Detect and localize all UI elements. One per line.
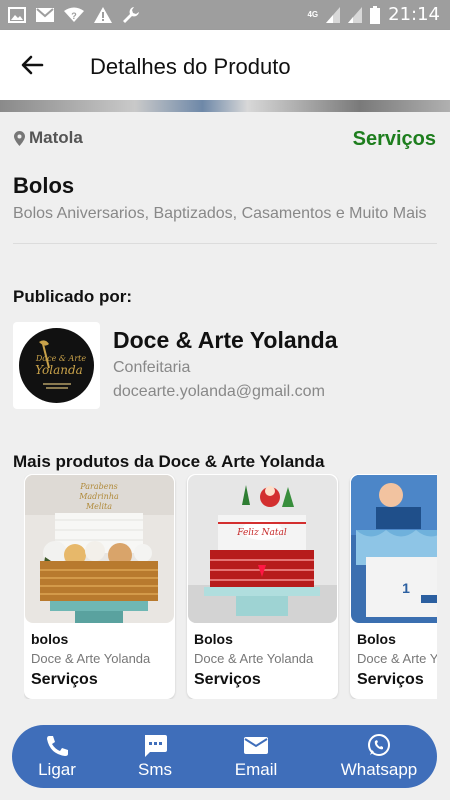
call-button[interactable]: Ligar xyxy=(12,725,102,788)
seller-name[interactable]: Doce & Arte Yolanda xyxy=(113,327,338,354)
location-label: Matola xyxy=(29,128,83,147)
product-image-strip[interactable] xyxy=(0,100,450,112)
divider xyxy=(13,243,437,244)
email-icon xyxy=(244,737,268,754)
app-bar: Detalhes do Produto xyxy=(0,30,450,100)
status-time: 21:14 xyxy=(388,4,440,25)
network-type: 4G xyxy=(307,9,319,19)
signal-icon xyxy=(326,6,341,23)
svg-text:1: 1 xyxy=(402,580,410,596)
product-card-seller: Doce & Arte Yolanda xyxy=(31,651,151,666)
svg-text:Melita: Melita xyxy=(85,502,112,511)
product-card-category: Serviços xyxy=(194,671,261,688)
svg-text:Doce & Arte: Doce & Arte xyxy=(35,354,86,363)
product-card[interactable]: 1 Bolos Doce & Arte Yolanda Serviços xyxy=(350,474,437,699)
whatsapp-icon xyxy=(368,734,390,756)
product-title: Bolos xyxy=(13,173,75,198)
image-icon xyxy=(8,7,26,23)
more-products-label: Mais produtos da Doce & Arte Yolanda xyxy=(13,452,325,471)
sms-icon xyxy=(145,735,167,757)
svg-text:Yolanda: Yolanda xyxy=(35,363,83,377)
product-details: Matola Serviços Bolos Bolos Aniversarios… xyxy=(0,112,450,722)
whatsapp-label: Whatsapp xyxy=(340,760,418,779)
whatsapp-button[interactable]: Whatsapp xyxy=(334,725,424,788)
warning-icon xyxy=(94,7,112,23)
call-label: Ligar xyxy=(38,760,76,779)
back-arrow-icon xyxy=(21,55,44,75)
seller-email[interactable]: docearte.yolanda@gmail.com xyxy=(113,383,325,401)
product-card-name: bolos xyxy=(31,631,69,647)
mail-icon xyxy=(36,8,54,22)
product-card[interactable]: Feliz Natal Bolos Doce & Arte Yolanda Se… xyxy=(187,474,338,699)
product-image: 1 xyxy=(351,475,437,623)
more-products-carousel[interactable]: Parabens Madrinha Melita bolos Doce & Ar… xyxy=(24,474,437,699)
back-button[interactable] xyxy=(18,50,48,80)
wifi-question-icon: ? xyxy=(64,7,84,22)
battery-icon xyxy=(370,5,381,24)
product-image: Feliz Natal xyxy=(188,475,337,623)
phone-icon xyxy=(47,736,68,756)
contact-action-bar: Ligar Sms Email Whatsapp xyxy=(12,725,437,788)
location-pin-icon xyxy=(14,130,25,146)
product-card[interactable]: Parabens Madrinha Melita bolos Doce & Ar… xyxy=(24,474,175,699)
svg-text:Feliz Natal: Feliz Natal xyxy=(236,528,287,538)
product-card-name: Bolos xyxy=(357,631,396,647)
product-card-category: Serviços xyxy=(357,671,424,688)
product-card-seller: Doce & Arte Yolanda xyxy=(357,651,437,666)
published-by-label: Publicado por: xyxy=(13,287,132,306)
svg-text:Madrinha: Madrinha xyxy=(78,492,119,501)
product-card-seller: Doce & Arte Yolanda xyxy=(194,651,314,666)
status-bar: ? 4G 21:14 xyxy=(0,0,450,30)
product-card-category: Serviços xyxy=(31,671,98,688)
product-card-name: Bolos xyxy=(194,631,233,647)
product-image: Parabens Madrinha Melita xyxy=(25,475,174,623)
signal-icon xyxy=(348,6,363,23)
sms-button[interactable]: Sms xyxy=(110,725,200,788)
email-button[interactable]: Email xyxy=(211,725,301,788)
location: Matola xyxy=(14,128,83,148)
seller-logo: Doce & Arte Yolanda xyxy=(19,328,94,403)
sms-label: Sms xyxy=(138,760,172,779)
seller-avatar[interactable]: Doce & Arte Yolanda xyxy=(13,322,100,409)
email-label: Email xyxy=(234,760,278,779)
wrench-icon xyxy=(123,7,139,23)
category-label: Serviços xyxy=(352,128,436,150)
seller-type: Confeitaria xyxy=(113,359,191,376)
svg-text:Parabens: Parabens xyxy=(79,482,118,491)
page-title: Detalhes do Produto xyxy=(90,54,291,79)
svg-text:?: ? xyxy=(71,11,77,21)
product-description: Bolos Aniversarios, Baptizados, Casament… xyxy=(13,205,427,222)
